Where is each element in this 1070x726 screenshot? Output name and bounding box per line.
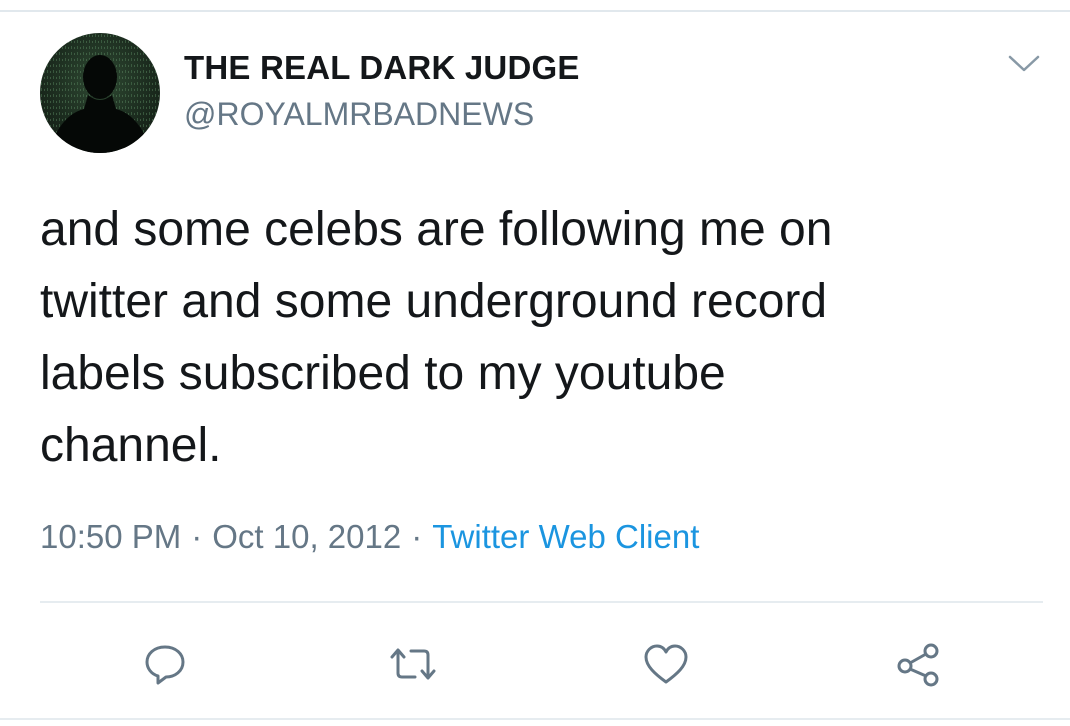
user-handle[interactable]: @ROYALMRBADNEWS xyxy=(184,96,534,133)
tweet-meta: 10:50 PM · Oct 10, 2012 · Twitter Web Client xyxy=(40,518,699,556)
tweet-actions xyxy=(0,634,1070,694)
retweet-button[interactable] xyxy=(383,634,443,694)
more-options-button[interactable] xyxy=(1004,48,1044,80)
speech-bubble-icon xyxy=(145,645,185,685)
actions-divider xyxy=(40,601,1043,603)
tweet-text: and some celebs are following me on twit… xyxy=(40,203,833,472)
heart-icon xyxy=(644,644,688,684)
meta-separator: · xyxy=(191,518,203,555)
tweet-time[interactable]: 10:50 PM xyxy=(40,518,181,555)
like-button[interactable] xyxy=(636,634,696,694)
meta-separator: · xyxy=(411,518,423,555)
chevron-down-icon xyxy=(1008,55,1040,72)
reply-button[interactable] xyxy=(135,634,195,694)
top-divider xyxy=(0,10,1070,12)
share-button[interactable] xyxy=(888,634,948,694)
tweet-client-link[interactable]: Twitter Web Client xyxy=(432,518,699,555)
retweet-arrows-icon xyxy=(390,648,436,680)
share-nodes-icon xyxy=(897,643,939,687)
footer-divider xyxy=(0,718,1070,720)
avatar[interactable] xyxy=(40,33,160,153)
display-name[interactable]: THE REAL DARK JUDGE xyxy=(184,49,580,87)
silhouette-avatar-icon xyxy=(40,33,160,153)
tweet-date[interactable]: Oct 10, 2012 xyxy=(212,518,401,555)
